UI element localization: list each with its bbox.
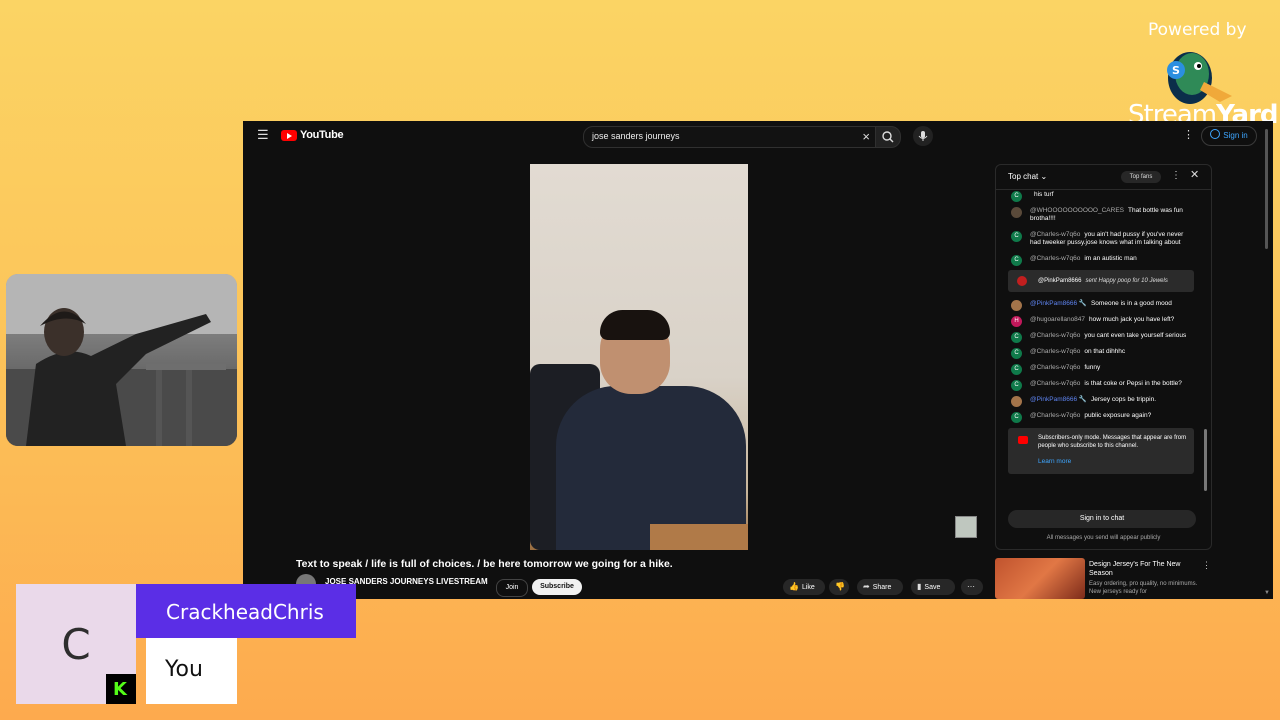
search-button[interactable] [875,126,901,148]
video-player[interactable] [530,164,748,550]
chat-message: Chis turf [1008,191,1194,202]
dislike-button[interactable]: 👎 [829,579,849,595]
save-button[interactable]: ▮ Save [911,579,955,595]
chat-message: @WHOOOOOOOOOO_CARES That bottle was fun b… [1008,207,1194,223]
join-button[interactable]: Join [496,579,528,597]
microphone-icon [918,131,928,141]
chat-message: C @Charles-w7q6o on that dihhhc [1008,348,1194,359]
youtube-logo[interactable]: YouTube [281,129,344,141]
live-chat-panel: Top chat ⌄ Top fans ⋮ ✕ Chis turf @WHOOO… [995,164,1212,550]
chat-header: Top chat ⌄ Top fans ⋮ ✕ [996,165,1211,190]
chat-mode-dropdown[interactable]: Top chat ⌄ [1008,172,1047,181]
recommended-more-icon[interactable]: ⋮ [1202,560,1211,571]
recommended-description: Easy ordering, pro quality, no minimums.… [1089,581,1198,595]
chat-message: C @Charles-w7q6o funny [1008,364,1194,375]
video-title: Text to speak / life is full of choices.… [296,558,673,570]
chat-message: @PinkPam8666 🔧 Someone is in a good mood [1008,300,1194,311]
settings-more-icon[interactable]: ⋮ [1183,128,1194,141]
youtube-header: ☰ YouTube jose sanders journeys × ⋮ Sign… [243,121,1273,151]
sign-in-to-chat-button[interactable]: Sign in to chat [1008,510,1196,528]
screen-share: ☰ YouTube jose sanders journeys × ⋮ Sign… [243,121,1273,599]
recommended-thumbnail[interactable] [995,558,1085,599]
chat-message: C @Charles-w7q6o public exposure again? [1008,412,1194,423]
search-input[interactable]: jose sanders journeys × [583,126,877,148]
page-scrollbar[interactable] [1265,129,1268,249]
chat-message: C @Charles-w7q6o you ain't had pussy if yo… [1008,231,1194,247]
participant-name-bar: CrackheadChris [136,584,356,638]
more-actions-button[interactable]: ⋯ [961,579,983,595]
chat-sticker-message: @PinkPam8666 sent Happy poop for 10 Jewel… [1008,270,1194,292]
chat-message: C @Charles-w7q6o you cant even take yourse… [1008,332,1194,343]
chat-message: C @Charles-w7q6o is that coke or Pepsi in … [1008,380,1194,391]
kick-platform-icon: K [106,674,136,704]
share-icon: ➦ [863,582,870,591]
speaker-photo-illustration [6,274,237,446]
svg-text:S: S [1172,64,1180,77]
public-messages-note: All messages you send will appear public… [1046,535,1161,541]
thumbs-up-icon: 👍 [789,582,799,591]
qr-code-icon [955,516,977,538]
youtube-play-icon [281,129,297,141]
more-icon: ⋯ [967,582,975,591]
avatar-initial: C [61,620,91,669]
participant-name: CrackheadChris [166,600,324,624]
thumbs-down-icon: 👎 [835,582,845,591]
chat-more-icon[interactable]: ⋮ [1171,170,1181,181]
like-button[interactable]: 👍 Like [783,579,825,595]
chat-message: H @hugoarellano847 how much jack you have … [1008,316,1194,327]
menu-icon[interactable]: ☰ [257,128,269,141]
recommended-title[interactable]: Design Jersey's For The New Season [1089,560,1201,578]
chat-scrollbar[interactable] [1204,195,1207,497]
sticker-avatar [1017,276,1027,286]
recommended-video[interactable]: Design Jersey's For The New Season Easy … [995,558,1211,599]
clear-search-icon[interactable]: × [862,129,870,144]
youtube-icon [1018,436,1028,444]
close-chat-icon[interactable]: ✕ [1190,168,1199,181]
share-button[interactable]: ➦ Share [857,579,903,595]
speaker-photo [6,274,237,446]
search-icon [882,131,894,143]
scroll-down-arrow-icon[interactable]: ▼ [1264,590,1270,596]
subscribe-button[interactable]: Subscribe [532,579,582,595]
powered-by-label: Powered by [1148,20,1247,40]
chat-message: C @Charles-w7q6o im an autistic man [1008,255,1194,266]
sign-in-button[interactable]: Sign in [1201,126,1257,146]
account-icon [1210,129,1221,139]
chat-messages: Chis turf @WHOOOOOOOOOO_CARES That bottle… [1008,191,1194,501]
search-query: jose sanders journeys [592,131,680,141]
learn-more-link[interactable]: Learn more [1038,458,1071,465]
top-fans-button[interactable]: Top fans [1121,171,1161,183]
participant-you-label: You [146,638,237,704]
chat-message: @PinkPam8666 🔧 Jersey cops be trippin. [1008,396,1194,407]
subscribers-only-notice: Subscribers-only mode. Messages that app… [1008,428,1194,474]
participant-avatar: C K [16,584,136,704]
voice-search-button[interactable] [913,126,933,146]
chevron-down-icon: ⌄ [1040,172,1048,181]
bookmark-icon: ▮ [917,582,922,591]
streamyard-branding: Powered by S StreamYard [1128,18,1279,130]
